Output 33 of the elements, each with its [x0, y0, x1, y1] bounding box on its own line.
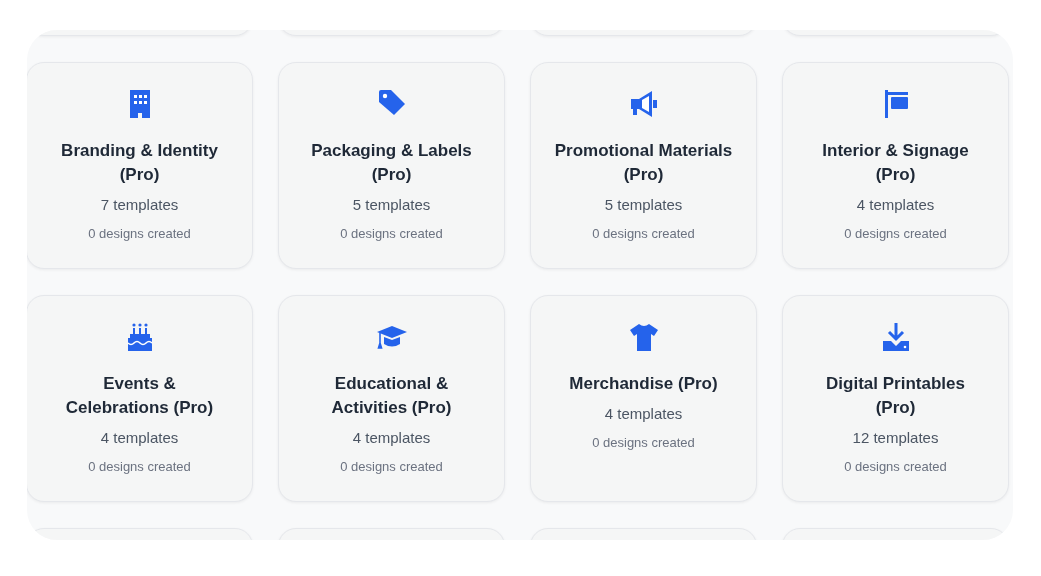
- category-title: Packaging & Labels (Pro): [310, 140, 473, 186]
- category-card[interactable]: Events & Celebrations (Pro) 4 templates 0 designs created: [27, 295, 253, 502]
- category-card[interactable]: Interior & Signage (Pro) 4 templates 0 designs created: [782, 62, 1009, 269]
- designs-count: 0 designs created: [88, 225, 191, 243]
- t-shirt-icon: [627, 321, 660, 353]
- designs-count: 0 designs created: [340, 225, 443, 243]
- designs-count: 0 designs created: [844, 225, 947, 243]
- category-title: Events & Celebrations (Pro): [64, 373, 215, 419]
- designs-count: 0 designs created: [592, 434, 695, 452]
- category-card[interactable]: Packaging & Labels (Pro) 5 templates 0 designs created: [278, 62, 505, 269]
- template-count: 4 templates: [856, 195, 935, 215]
- template-count: 12 templates: [852, 428, 939, 448]
- designs-count: 0 designs created: [340, 458, 443, 476]
- template-count: 5 templates: [352, 195, 431, 215]
- category-title: Educational & Activities (Pro): [330, 373, 453, 419]
- category-card[interactable]: Educational & Activities (Pro) 4 templates 0 designs created: [278, 295, 505, 502]
- template-count: 7 templates: [100, 195, 179, 215]
- template-count: 4 templates: [604, 404, 683, 424]
- category-title: Merchandise (Pro): [569, 373, 718, 395]
- category-card[interactable]: Digital Printables (Pro) 12 templates 0 designs created: [782, 295, 1009, 502]
- category-card[interactable]: Merchandise (Pro) 4 templates 0 designs created: [530, 295, 757, 502]
- designs-count: 0 designs created: [844, 458, 947, 476]
- template-count: 5 templates: [604, 195, 683, 215]
- category-title: Interior & Signage (Pro): [821, 140, 970, 186]
- category-title: Digital Printables (Pro): [825, 373, 966, 419]
- category-title: Promotional Materials (Pro): [554, 140, 733, 186]
- template-count: 4 templates: [352, 428, 431, 448]
- designs-count: 0 designs created: [592, 225, 695, 243]
- designs-count: 0 designs created: [88, 458, 191, 476]
- category-card[interactable]: Branding & Identity (Pro) 7 templates 0 designs created: [27, 62, 253, 269]
- template-count: 4 templates: [100, 428, 179, 448]
- category-card[interactable]: Promotional Materials (Pro) 5 templates 0 designs created: [530, 62, 757, 269]
- category-title: Branding & Identity (Pro): [60, 140, 219, 186]
